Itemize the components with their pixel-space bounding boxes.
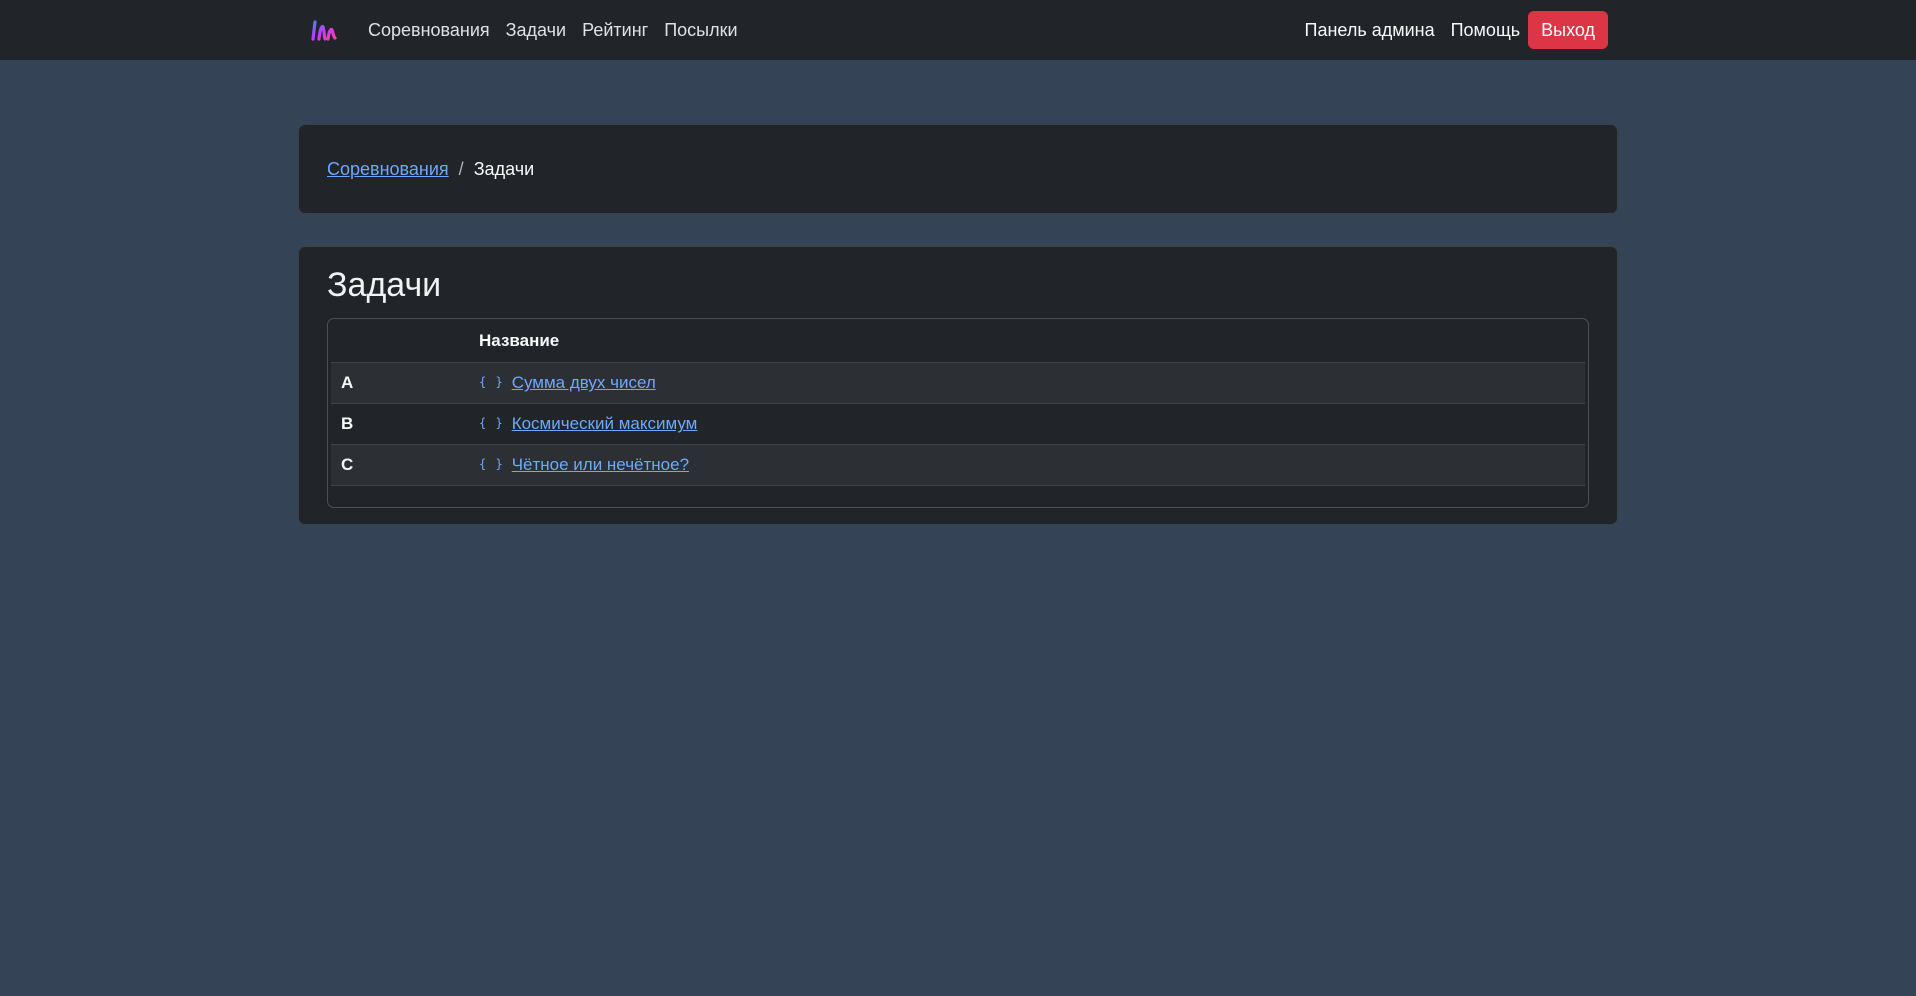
nav-submissions[interactable]: Посылки bbox=[656, 12, 745, 48]
nav-rating[interactable]: Рейтинг bbox=[574, 12, 656, 48]
breadcrumb: Соревнования / Задачи bbox=[298, 124, 1618, 214]
task-link[interactable]: Чётное или нечётное? bbox=[512, 455, 689, 474]
navbar-container: Соревнования Задачи Рейтинг Посылки Пане… bbox=[298, 0, 1618, 60]
task-link[interactable]: Космический максимум bbox=[512, 414, 698, 433]
main-nav: Соревнования Задачи Рейтинг Посылки bbox=[360, 20, 746, 41]
logout-button[interactable]: Выход bbox=[1528, 10, 1608, 49]
table-row: A { } Сумма двух чисел bbox=[331, 362, 1585, 405]
task-link[interactable]: Сумма двух чисел bbox=[512, 373, 656, 392]
column-header-name: Название bbox=[469, 318, 1585, 364]
tasks-table-container: Название A { } Сумма двух чисел B { } Косм… bbox=[327, 317, 1589, 508]
task-name-cell: { } Космический максимум bbox=[469, 403, 1585, 446]
code-braces-icon: { } bbox=[479, 457, 504, 472]
nav-tasks[interactable]: Задачи bbox=[498, 12, 574, 48]
task-letter: C bbox=[331, 444, 469, 487]
tasks-table: Название A { } Сумма двух чисел B { } Косм… bbox=[331, 318, 1585, 487]
nav-admin-panel[interactable]: Панель админа bbox=[1297, 12, 1443, 48]
task-letter: B bbox=[331, 403, 469, 446]
logo-icon[interactable] bbox=[298, 0, 350, 60]
table-row: B { } Космический максимум bbox=[331, 403, 1585, 446]
breadcrumb-competitions-link[interactable]: Соревнования bbox=[327, 159, 449, 180]
task-name-cell: { } Сумма двух чисел bbox=[469, 362, 1585, 405]
code-braces-icon: { } bbox=[479, 416, 504, 431]
breadcrumb-separator: / bbox=[458, 158, 464, 179]
breadcrumb-current: Задачи bbox=[473, 158, 535, 179]
page-title: Задачи bbox=[327, 266, 442, 304]
user-nav: Панель админа Помощь Выход bbox=[1297, 10, 1608, 49]
tasks-card: Задачи Название A { } Сумма двух чисел B bbox=[298, 246, 1618, 525]
column-header-letter bbox=[331, 318, 469, 364]
nav-competitions[interactable]: Соревнования bbox=[360, 12, 498, 48]
top-navbar: Соревнования Задачи Рейтинг Посылки Пане… bbox=[0, 0, 1916, 60]
nav-help[interactable]: Помощь bbox=[1443, 12, 1529, 48]
table-header-row: Название bbox=[331, 318, 1585, 364]
task-letter: A bbox=[331, 362, 469, 405]
code-braces-icon: { } bbox=[479, 375, 504, 390]
table-row: C { } Чётное или нечётное? bbox=[331, 444, 1585, 487]
task-name-cell: { } Чётное или нечётное? bbox=[469, 444, 1585, 487]
